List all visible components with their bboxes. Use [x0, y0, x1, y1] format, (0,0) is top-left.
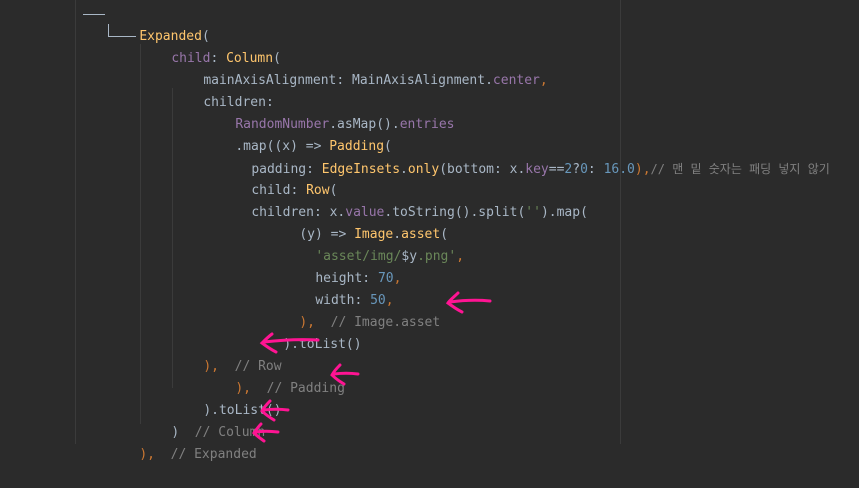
code-line[interactable]: padding: EdgeInsets.only(bottom: x.key==… — [220, 136, 829, 177]
code-token: 0 — [580, 162, 588, 177]
code-token: (bottom: x. — [439, 162, 526, 177]
code-line[interactable]: Expanded( — [108, 4, 209, 44]
code-token: . — [400, 162, 408, 177]
annotation-arrow-icon — [259, 332, 320, 354]
code-line[interactable]: ), // Image.asset — [268, 290, 440, 330]
indent-guide — [140, 44, 141, 424]
code-comment: // 맨 밑 숫자는 패딩 넣지 않기 — [650, 162, 830, 176]
annotation-arrow-icon — [252, 422, 280, 443]
code-line[interactable]: width: 50, — [284, 268, 393, 308]
code-token: : — [587, 162, 604, 177]
code-line[interactable]: .map((x) => Padding( — [204, 114, 392, 154]
code-token: entries — [399, 117, 455, 132]
code-editor[interactable]: Expanded( child: Column( mainAxisAlignme… — [0, 0, 859, 462]
code-token: 16.0 — [603, 162, 635, 177]
code-token: $y — [401, 249, 418, 264]
indent-guide — [620, 0, 621, 444]
code-token: .png' — [417, 249, 457, 264]
code-line[interactable]: RandomNumber.asMap().entries — [204, 92, 454, 132]
tree-connector — [83, 14, 105, 15]
code-line[interactable]: ), // Padding — [204, 356, 345, 396]
code-token: ), — [139, 447, 171, 462]
annotation-arrow-icon — [445, 291, 492, 314]
code-line[interactable]: child: Column( — [140, 26, 281, 66]
code-token: , — [456, 249, 465, 264]
code-token: center — [492, 73, 540, 88]
code-token: , — [539, 73, 548, 88]
code-line[interactable]: height: 70, — [284, 246, 401, 286]
annotation-arrow-icon — [330, 363, 360, 386]
code-token: key — [525, 162, 549, 177]
code-token: == — [548, 162, 565, 177]
code-line[interactable]: children: x.value.toString().split('').m… — [220, 180, 588, 220]
code-comment: // Expanded — [170, 447, 257, 462]
code-token: , — [393, 271, 402, 286]
code-line[interactable]: ) // Column — [140, 400, 265, 440]
code-line[interactable]: (y) => Image.asset( — [268, 202, 448, 242]
indent-guide — [75, 0, 76, 444]
code-line[interactable]: ), // Expanded — [108, 422, 256, 462]
code-line[interactable]: child: Row( — [220, 158, 337, 198]
code-line[interactable]: 'asset/img/$y.png', — [284, 224, 464, 264]
code-line[interactable]: mainAxisAlignment: MainAxisAlignment.cen… — [172, 48, 547, 88]
code-token: ), — [634, 162, 651, 177]
code-line[interactable]: children: — [172, 70, 273, 110]
code-token: '' — [525, 205, 541, 220]
code-token: only — [407, 162, 440, 177]
code-token: ? — [572, 162, 581, 177]
code-token: : MainAxisAlignment. — [336, 73, 493, 88]
code-token: ).map( — [540, 205, 588, 220]
